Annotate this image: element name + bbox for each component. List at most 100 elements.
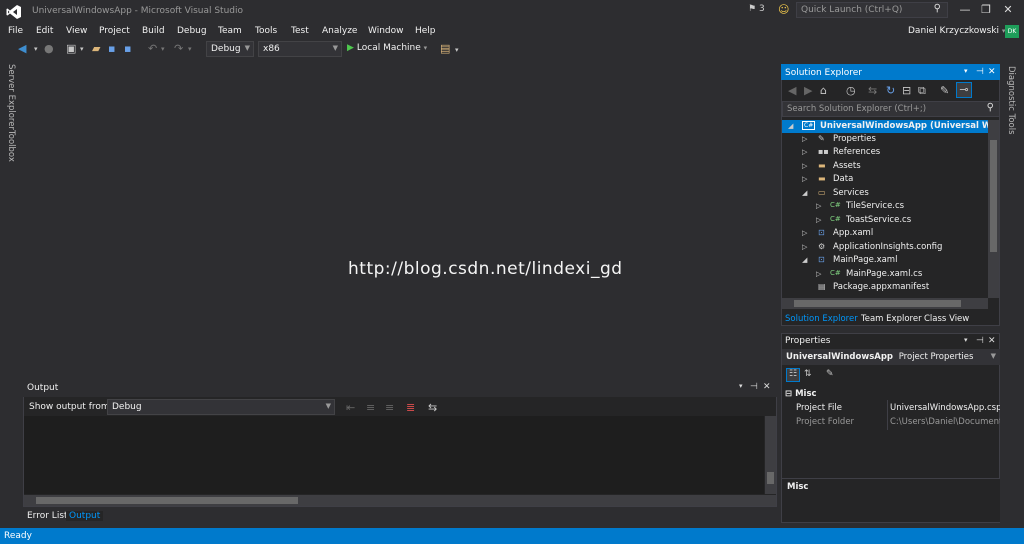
tab-team-explorer[interactable]: Team Explorer	[861, 314, 922, 324]
pin-icon[interactable]: ⊣	[976, 336, 984, 346]
property-value-project-file[interactable]: UniversalWindowsApp.cspro	[890, 403, 1000, 417]
run-target-label: Local Machine	[356, 43, 421, 53]
pin-icon[interactable]: ⊣	[750, 382, 758, 392]
output-panel-header	[23, 379, 777, 397]
back-icon[interactable]: ◀	[788, 84, 796, 97]
property-pages-wrench-icon[interactable]: ✎	[826, 369, 834, 379]
preview-selected-icon[interactable]: ⊸	[956, 82, 972, 98]
show-all-files-icon[interactable]: ⧉	[918, 84, 926, 98]
properties-close-icon[interactable]: ✕	[988, 336, 996, 346]
alphabetical-icon[interactable]: ⇅	[804, 369, 812, 379]
solution-explorer-close-icon[interactable]: ✕	[988, 67, 996, 77]
server-explorer-tab[interactable]: Server Explorer	[6, 64, 16, 130]
solution-platform-select[interactable]: x86 ▼	[258, 41, 342, 57]
notifications-button[interactable]: ⚑ 3	[748, 4, 765, 14]
redo-icon[interactable]: ↷	[174, 42, 183, 55]
diagnostic-tools-tab[interactable]: Diagnostic Tools	[1006, 66, 1016, 135]
word-wrap-icon[interactable]: ⇆	[428, 401, 437, 414]
menu-project[interactable]: Project	[99, 26, 130, 36]
menu-team[interactable]: Team	[218, 26, 242, 36]
user-account-name[interactable]: Daniel Krzyczkowski ▾	[908, 26, 1005, 36]
panel-dropdown-icon[interactable]: ▾	[964, 67, 968, 75]
output-horizontal-scroll-thumb[interactable]	[36, 497, 298, 504]
solution-vertical-scroll-thumb[interactable]	[990, 140, 997, 252]
new-project-dropdown-icon[interactable]: ▾	[80, 45, 84, 53]
solution-configuration-select[interactable]: Debug ▼	[206, 41, 254, 57]
previous-message-icon[interactable]: ≡	[366, 401, 375, 414]
toolbox-tab[interactable]: Toolbox	[6, 130, 16, 162]
home-icon[interactable]: ⌂	[820, 84, 827, 97]
save-all-icon[interactable]: ▪	[124, 42, 131, 55]
collapsed-arrow-icon: ▷	[802, 148, 808, 156]
output-close-icon[interactable]: ✕	[763, 382, 771, 392]
toolbar-overflow-icon[interactable]: ▾	[455, 46, 459, 54]
output-vertical-scroll-thumb[interactable]	[767, 472, 774, 484]
solution-search-input[interactable]: Search Solution Explorer (Ctrl+;) ⚲	[782, 101, 1000, 117]
categorized-icon[interactable]: ☷	[786, 368, 800, 382]
menu-help[interactable]: Help	[415, 26, 436, 36]
pending-changes-icon[interactable]: ◷	[846, 84, 856, 97]
properties-category-misc[interactable]: ⊟ Misc	[785, 389, 817, 403]
user-avatar[interactable]: DK	[1005, 25, 1019, 38]
output-text-area[interactable]	[24, 416, 764, 494]
open-file-icon[interactable]: ▰	[92, 42, 100, 55]
next-message-icon[interactable]: ≡	[385, 401, 394, 414]
minimize-button[interactable]: —	[955, 3, 975, 16]
output-panel-title: Output	[27, 383, 59, 393]
tab-error-list[interactable]: Error List	[27, 511, 68, 521]
csharp-file-icon: C#	[830, 201, 841, 209]
property-grid-divider[interactable]	[887, 400, 888, 430]
collapsed-arrow-icon: ▷	[802, 162, 808, 170]
forward-icon[interactable]: ▶	[804, 84, 812, 97]
find-message-icon[interactable]: ⇤	[346, 401, 355, 414]
feedback-smiley-icon[interactable]: ☺	[778, 3, 789, 16]
undo-dropdown-icon[interactable]: ▾	[161, 45, 165, 53]
solution-explorer-title: Solution Explorer	[785, 68, 862, 78]
extra-tools-icon[interactable]: ▤	[440, 42, 450, 55]
csharp-file-icon: C#	[830, 269, 841, 277]
menu-test[interactable]: Test	[291, 26, 309, 36]
menu-build[interactable]: Build	[142, 26, 165, 36]
xaml-icon: ⊡	[818, 228, 825, 237]
collapse-all-icon[interactable]: ⊟	[902, 84, 911, 97]
tab-solution-explorer[interactable]: Solution Explorer	[785, 314, 858, 324]
property-name-project-folder: Project Folder	[796, 417, 855, 427]
new-project-icon[interactable]: ▣	[66, 42, 76, 55]
navigate-forward-icon[interactable]: ●	[44, 42, 54, 55]
menu-analyze[interactable]: Analyze	[322, 26, 357, 36]
tab-output[interactable]: Output	[66, 511, 104, 521]
menu-edit[interactable]: Edit	[36, 26, 53, 36]
start-debugging-button[interactable]: ▶ Local Machine ▾	[347, 43, 427, 53]
panel-dropdown-icon[interactable]: ▾	[739, 382, 743, 390]
menu-window[interactable]: Window	[368, 26, 404, 36]
menu-debug[interactable]: Debug	[177, 26, 207, 36]
property-value-project-folder[interactable]: C:\Users\Daniel\Documents	[890, 417, 1000, 431]
properties-wrench-icon[interactable]: ✎	[940, 84, 949, 97]
back-dropdown-icon[interactable]: ▾	[34, 45, 38, 53]
expanded-arrow-icon: ◢	[788, 122, 794, 130]
tab-class-view[interactable]: Class View	[924, 314, 969, 324]
close-button[interactable]: ✕	[998, 3, 1018, 16]
clear-all-icon[interactable]: ≣	[406, 401, 415, 414]
properties-object-select[interactable]: UniversalWindowsApp Project Properties ▼	[782, 349, 1000, 365]
restore-button[interactable]: ❐	[976, 3, 996, 16]
menu-view[interactable]: View	[66, 26, 87, 36]
sync-icon[interactable]: ⇆	[868, 84, 877, 97]
pin-icon[interactable]: ⊣	[976, 67, 984, 77]
solution-configuration-value: Debug	[211, 44, 241, 54]
menu-file[interactable]: File	[8, 26, 23, 36]
undo-icon[interactable]: ↶	[148, 42, 157, 55]
flag-icon: ⚑	[748, 4, 757, 14]
panel-dropdown-icon[interactable]: ▾	[964, 336, 968, 344]
refresh-icon[interactable]: ↻	[886, 84, 895, 97]
solution-horizontal-scroll-thumb[interactable]	[794, 300, 961, 307]
quick-launch-input[interactable]: Quick Launch (Ctrl+Q) ⚲	[796, 2, 948, 18]
navigate-back-icon[interactable]: ◀	[18, 42, 26, 55]
tree-item-project[interactable]: ◢ C# UniversalWindowsApp (Universal Wind…	[782, 121, 988, 134]
save-icon[interactable]: ▪	[108, 42, 115, 55]
expanded-arrow-icon: ◢	[802, 256, 808, 264]
menu-tools[interactable]: Tools	[255, 26, 277, 36]
redo-dropdown-icon[interactable]: ▾	[188, 45, 192, 53]
output-source-select[interactable]: Debug ▼	[107, 399, 335, 415]
properties-object-name: UniversalWindowsApp	[786, 352, 893, 362]
